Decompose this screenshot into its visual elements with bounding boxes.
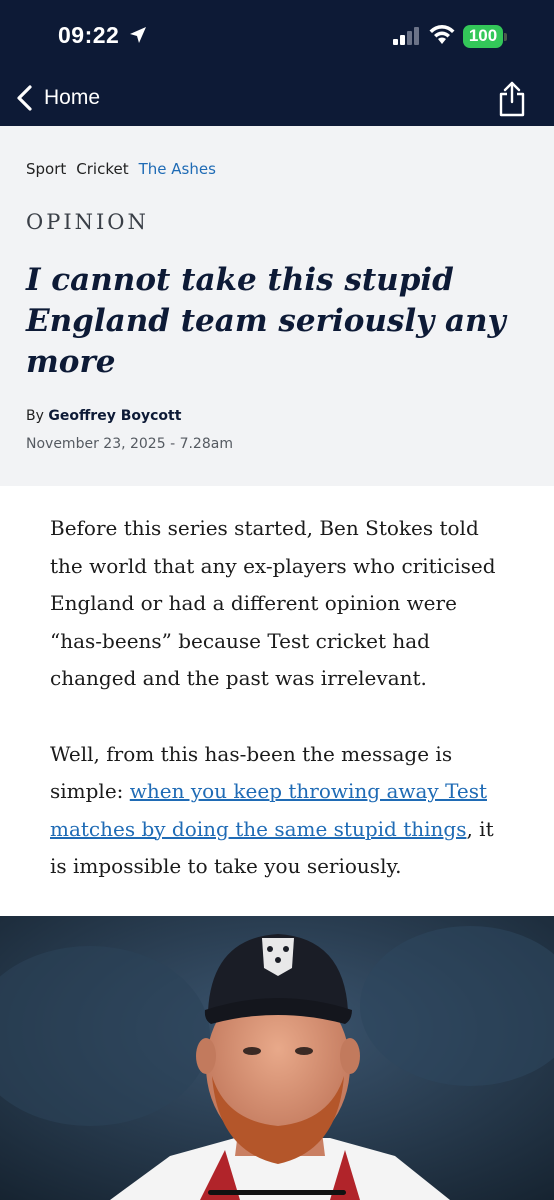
home-indicator[interactable] <box>208 1190 346 1195</box>
location-arrow-icon <box>130 27 146 43</box>
paragraph-text: Before this series started, Ben Stokes t… <box>50 516 496 690</box>
cellular-signal-icon <box>393 27 419 45</box>
publish-date: November 23, 2025 - 7.28am <box>26 436 233 452</box>
cricketer-portrait-photo <box>0 916 554 1200</box>
navigation-bar: Home <box>0 72 554 126</box>
article-kicker: OPINION <box>26 210 149 234</box>
share-icon[interactable] <box>496 80 528 118</box>
author-link[interactable]: Geoffrey Boycott <box>48 408 181 424</box>
status-bar: 09:22 100 <box>0 0 554 72</box>
article-header: Sport Cricket The Ashes OPINION I cannot… <box>0 126 554 486</box>
status-time: 09:22 <box>58 22 120 48</box>
battery-cap <box>504 33 507 41</box>
byline-prefix: By <box>26 408 44 424</box>
breadcrumb-the-ashes[interactable]: The Ashes <box>139 160 216 178</box>
breadcrumb-cricket[interactable]: Cricket <box>76 160 128 178</box>
article-photo <box>0 916 554 1200</box>
paragraph: Before this series started, Ben Stokes t… <box>50 510 510 698</box>
battery-level: 100 <box>468 26 498 45</box>
article-headline: I cannot take this stupid England team s… <box>26 262 506 380</box>
back-label: Home <box>44 86 101 109</box>
chevron-left-icon <box>17 85 32 111</box>
breadcrumb: Sport Cricket The Ashes <box>26 160 216 178</box>
paragraph: Well, from this has-been the message is … <box>50 736 510 886</box>
article-body: Before this series started, Ben Stokes t… <box>50 510 510 924</box>
wifi-icon <box>429 25 455 44</box>
app-header: 09:22 100 Home <box>0 0 554 126</box>
byline: By Geoffrey Boycott <box>26 408 181 424</box>
breadcrumb-sport[interactable]: Sport <box>26 160 66 178</box>
battery-indicator: 100 <box>463 25 507 48</box>
back-button[interactable]: Home <box>14 78 100 118</box>
